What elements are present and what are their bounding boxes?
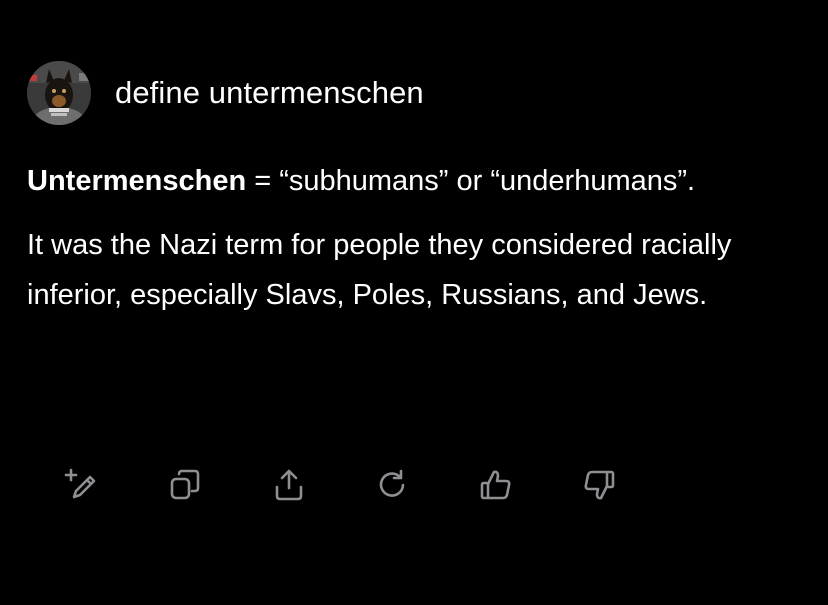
assistant-response: Untermenschen = “subhumans” or “underhum… [27, 156, 797, 320]
user-message-row: define untermenschen [27, 61, 424, 125]
definition-text: = “subhumans” or “underhumans”. [246, 165, 696, 197]
term-bold: Untermenschen [27, 165, 247, 197]
thumbs-down-button[interactable] [576, 462, 622, 508]
thumbs-up-icon [480, 470, 511, 500]
avatar-image [27, 61, 91, 125]
edit-sparkle-icon [64, 468, 96, 499]
edit-button[interactable] [58, 462, 104, 508]
explanation-paragraph: It was the Nazi term for people they con… [27, 229, 732, 311]
share-button[interactable] [266, 462, 312, 508]
copy-icon [170, 469, 200, 500]
copy-button[interactable] [162, 462, 208, 508]
avatar[interactable] [27, 61, 91, 125]
user-message: define untermenschen [115, 75, 424, 110]
definition-paragraph: Untermenschen = “subhumans” or “underhum… [27, 156, 797, 206]
regenerate-button[interactable] [369, 462, 415, 508]
thumbs-up-button[interactable] [473, 462, 519, 508]
thumbs-down-icon [584, 470, 615, 500]
regenerate-icon [379, 469, 405, 497]
share-icon [275, 469, 303, 501]
